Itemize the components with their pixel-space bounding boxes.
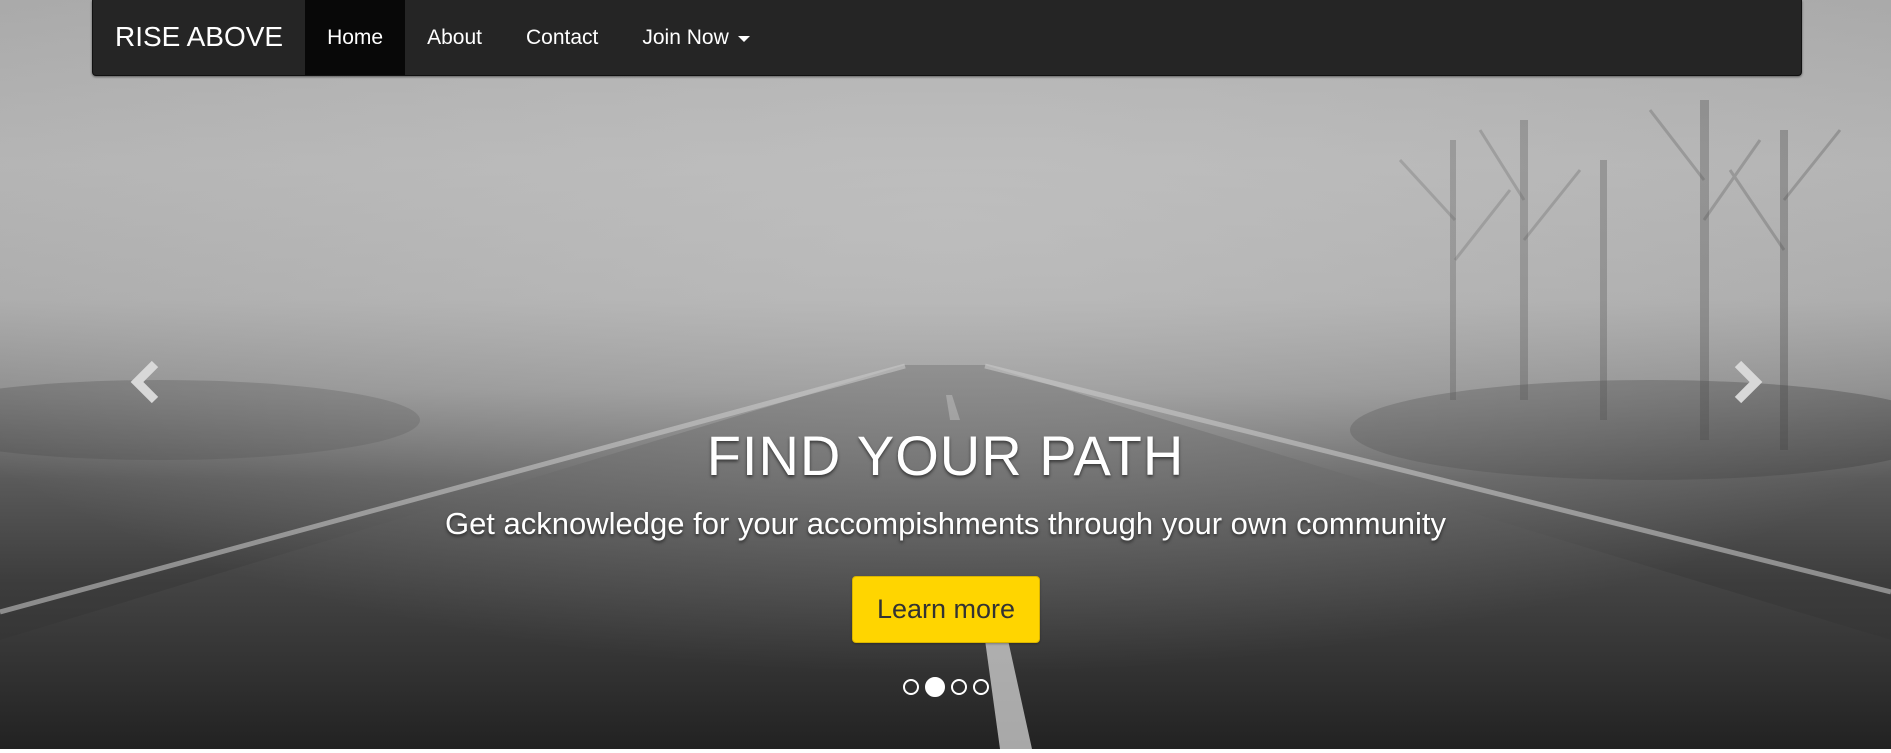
carousel-indicator[interactable] [950, 679, 967, 695]
nav-menu: Home About Contact Join Now [305, 0, 772, 75]
nav-item-contact[interactable]: Contact [504, 0, 620, 75]
nav-item-join-now[interactable]: Join Now [620, 0, 771, 75]
carousel-indicator[interactable] [902, 679, 919, 695]
navbar: RISE ABOVE Home About Contact Join Now [92, 0, 1802, 76]
chevron-right-icon [1734, 360, 1763, 404]
nav-item-about[interactable]: About [405, 0, 504, 75]
carousel-indicators [0, 677, 1891, 697]
learn-more-button[interactable]: Learn more [852, 576, 1040, 643]
brand-logo[interactable]: RISE ABOVE [93, 0, 305, 75]
caret-down-icon [737, 35, 750, 42]
carousel-prev-button[interactable] [115, 352, 175, 412]
carousel-indicator[interactable] [972, 679, 989, 695]
chevron-left-icon [130, 360, 159, 404]
carousel-subtitle: Get acknowledge for your accompishments … [444, 506, 1447, 541]
carousel-next-button[interactable] [1718, 352, 1778, 412]
carousel-indicator-active[interactable] [924, 677, 945, 697]
carousel-title: FIND YOUR PATH [706, 424, 1185, 487]
nav-item-home[interactable]: Home [305, 0, 406, 75]
nav-item-join-now-label: Join Now [642, 25, 729, 49]
hero-carousel: RISE ABOVE Home About Contact Join Now F… [0, 0, 1891, 749]
